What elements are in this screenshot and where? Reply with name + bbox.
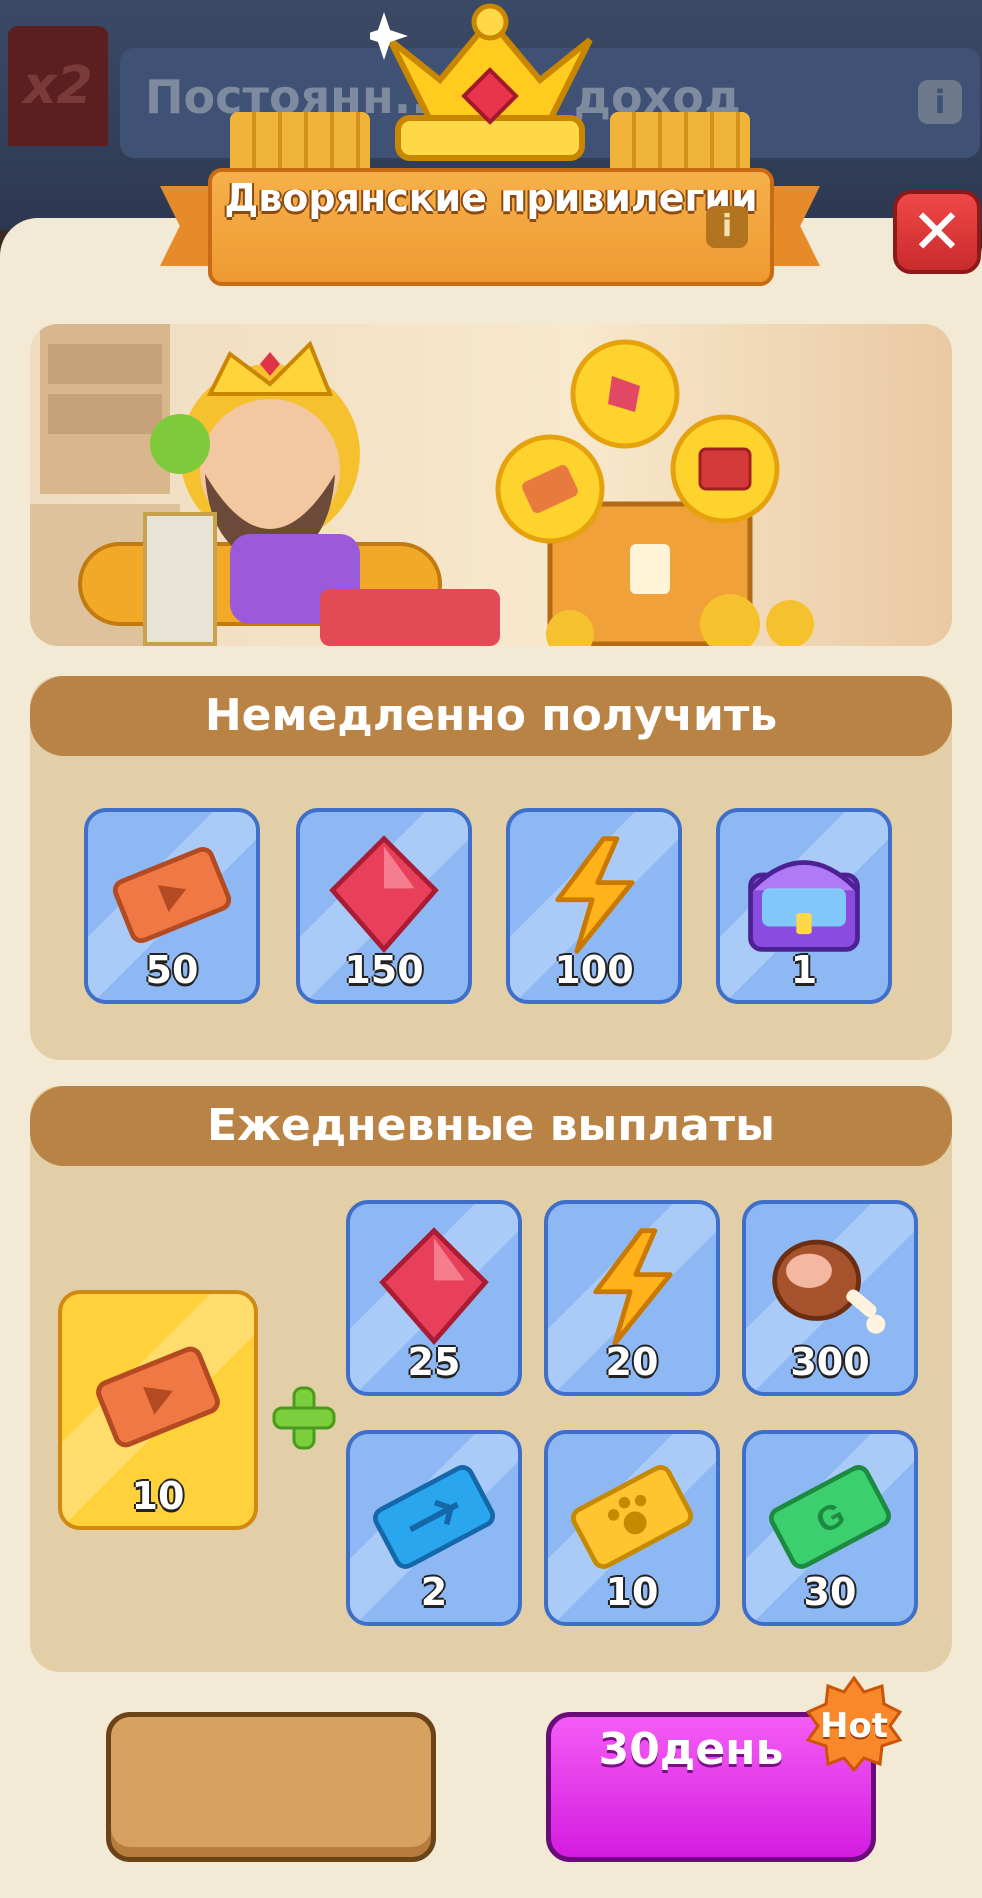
airplane-ticket-icon bbox=[372, 1465, 496, 1569]
instant-item-2[interactable]: 150 bbox=[296, 808, 472, 1004]
item-quantity: 30 bbox=[803, 1570, 857, 1614]
daily-item-2[interactable]: 20 bbox=[544, 1200, 720, 1396]
item-quantity: 25 bbox=[407, 1340, 461, 1384]
item-quantity: 1 bbox=[790, 948, 818, 992]
rainbow-chest-icon bbox=[748, 860, 860, 952]
plus-icon bbox=[272, 1386, 336, 1450]
coin-stack-left bbox=[230, 112, 370, 176]
instant-rewards-title: Немедленно получить bbox=[30, 676, 952, 756]
multiplier-badge: x2 bbox=[8, 26, 108, 146]
page-title: Дворянские привилегии bbox=[224, 176, 758, 220]
lightning-energy-icon bbox=[593, 1228, 673, 1346]
item-quantity: 300 bbox=[790, 1340, 870, 1384]
daily-item-3[interactable]: 300 bbox=[742, 1200, 918, 1396]
info-icon[interactable]: i bbox=[706, 206, 748, 248]
item-quantity: 10 bbox=[605, 1570, 659, 1614]
item-quantity: 2 bbox=[420, 1570, 448, 1614]
daily-main-item[interactable]: 10 bbox=[58, 1290, 258, 1530]
purchase-button-label: 30день bbox=[598, 1724, 784, 1775]
background-info-icon: i bbox=[918, 80, 962, 124]
ruby-gem-icon bbox=[379, 1227, 489, 1346]
daily-item-5[interactable]: 10 bbox=[544, 1430, 720, 1626]
g-ticket-icon: G bbox=[768, 1465, 892, 1569]
video-ticket-icon bbox=[96, 1346, 220, 1448]
item-quantity: 100 bbox=[554, 948, 634, 992]
item-quantity: 20 bbox=[605, 1340, 659, 1384]
close-button[interactable]: ✕ bbox=[893, 190, 981, 274]
coin-stack-right bbox=[610, 112, 750, 176]
paw-ticket-icon bbox=[570, 1465, 694, 1569]
item-quantity: 150 bbox=[344, 948, 424, 992]
close-icon: ✕ bbox=[911, 195, 963, 268]
instant-item-4[interactable]: 1 bbox=[716, 808, 892, 1004]
crown-icon bbox=[370, 3, 593, 161]
daily-item-6[interactable]: G 30 bbox=[742, 1430, 918, 1626]
secondary-button[interactable] bbox=[106, 1712, 436, 1862]
item-quantity: 10 bbox=[131, 1474, 185, 1518]
video-ticket-icon bbox=[112, 846, 232, 944]
lightning-energy-icon bbox=[555, 836, 635, 954]
daily-item-1[interactable]: 25 bbox=[346, 1200, 522, 1396]
meat-drumstick-icon bbox=[772, 1239, 886, 1334]
daily-rewards-title: Ежедневные выплаты bbox=[30, 1086, 952, 1166]
hot-badge-label: Hot bbox=[819, 1706, 889, 1746]
daily-item-4[interactable]: 2 bbox=[346, 1430, 522, 1626]
king-banner bbox=[30, 324, 952, 646]
instant-item-1[interactable]: 50 bbox=[84, 808, 260, 1004]
instant-item-3[interactable]: 100 bbox=[506, 808, 682, 1004]
item-quantity: 50 bbox=[145, 948, 199, 992]
ruby-gem-icon bbox=[329, 835, 439, 954]
